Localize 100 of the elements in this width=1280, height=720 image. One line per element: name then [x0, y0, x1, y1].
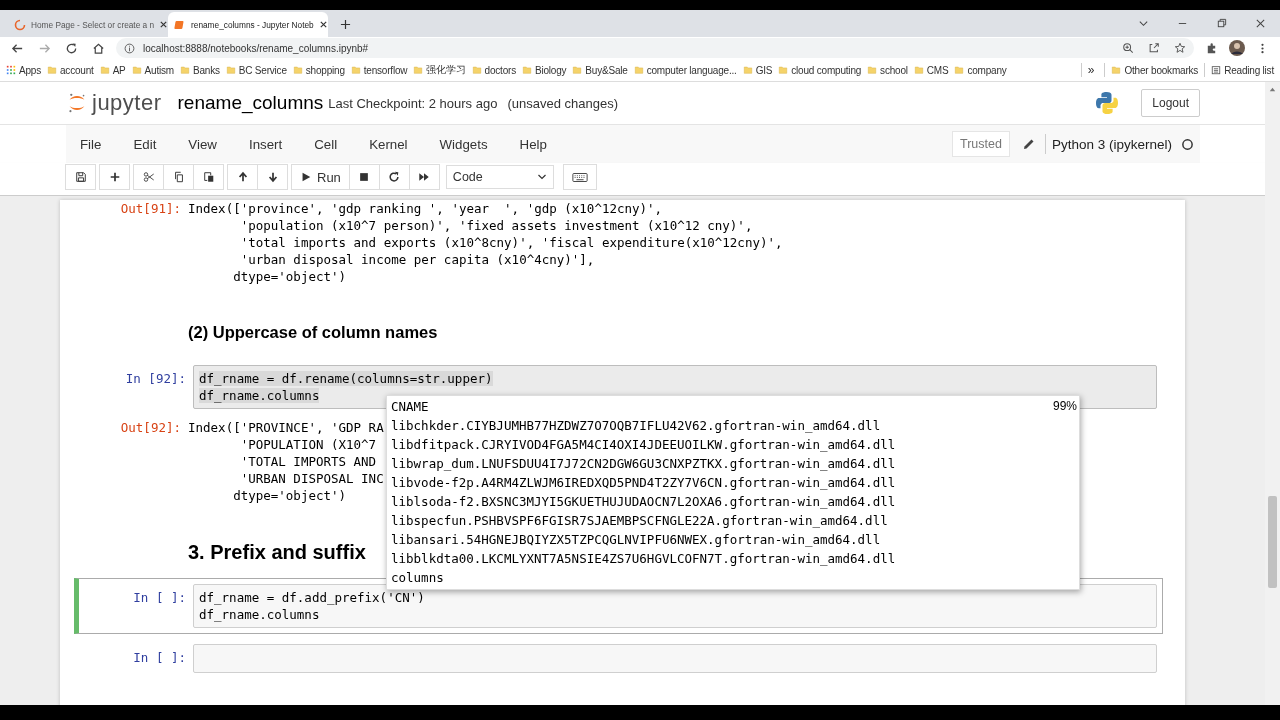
scroll-thumb[interactable]	[1268, 496, 1277, 588]
more-bookmarks-button[interactable]: »	[1087, 63, 1095, 77]
close-icon[interactable]	[318, 20, 328, 29]
save-button[interactable]	[65, 164, 96, 190]
move-down-button[interactable]	[257, 164, 288, 190]
completion-item[interactable]: libdfitpack.CJRYIVOD4FGA5M4CI4OXI4JDEEUOILKW.gfortran-win_amd64.dll	[391, 435, 896, 454]
jupyter-wordmark[interactable]: jupyter	[92, 90, 162, 116]
input-prompt: In [92]:	[124, 370, 187, 387]
completion-item[interactable]: libwrap_dum.LNUFSDUU4I7J72CN2DGW6GU3CNXPZTKX.gfortran-win_amd64.dll	[391, 454, 896, 473]
bookmark-folder[interactable]: cloud computing	[778, 64, 862, 76]
home-icon[interactable]	[92, 41, 105, 55]
completion-item[interactable]: libvode-f2p.A4RM4ZLWJM6IREDXQD5PND4T2ZY7V6CN.gfortran-win_amd64.dll	[391, 473, 896, 492]
notebook-name[interactable]: rename_columns	[177, 92, 324, 114]
info-icon[interactable]	[124, 42, 135, 54]
kernel-name[interactable]: Python 3 (ipykernel)	[1051, 136, 1172, 152]
cut-button[interactable]	[133, 164, 164, 190]
extensions-icon[interactable]	[1205, 41, 1218, 55]
chevron-down-icon[interactable]	[1138, 18, 1149, 29]
star-icon[interactable]	[1174, 42, 1186, 54]
paste-button[interactable]	[193, 164, 224, 190]
copy-button[interactable]	[163, 164, 194, 190]
cell-output: Index(['PROVINCE', 'GDP RA 'POPULATION (X10^7 'TOTAL IMPORTS AND 'URBAN DISPOSAL INC dtype='object')	[188, 419, 384, 504]
scroll-up-icon[interactable]	[1268, 85, 1277, 94]
bookmark-folder[interactable]: company	[954, 64, 1007, 76]
menu-item[interactable]: Edit	[133, 136, 171, 152]
zoom-icon[interactable]	[1122, 42, 1134, 54]
pencil-icon[interactable]	[1021, 137, 1036, 151]
save-icon	[74, 171, 87, 183]
apps-grid-icon	[6, 65, 16, 75]
command-palette-button[interactable]	[562, 164, 597, 190]
bookmark-folder[interactable]: CMS	[913, 64, 949, 76]
cell-type-dropdown[interactable]: Code	[445, 165, 554, 189]
folder-icon	[292, 65, 303, 75]
bookmark-folder[interactable]: BC Service	[225, 64, 287, 76]
bookmark-folder[interactable]: tensorflow	[350, 64, 408, 76]
folder-icon	[572, 65, 583, 75]
folder-icon	[99, 65, 110, 75]
menu-item[interactable]: Widgets	[439, 136, 502, 152]
menu-item[interactable]: Help	[519, 136, 561, 152]
folder-icon	[521, 65, 532, 75]
folder-icon	[742, 65, 753, 75]
folder-icon	[471, 65, 482, 75]
completion-item[interactable]: libspecfun.PSHBVSPF6FGISR7SJAEMBPSCFNGLE22A.gfortran-win_amd64.dll	[391, 511, 888, 530]
bookmark-folder[interactable]: computer language...	[633, 64, 737, 76]
code-editor[interactable]: df_rname = df.add_prefix('CN') df_rname.columns	[193, 584, 1157, 628]
caret-icon	[536, 172, 547, 182]
run-all-button[interactable]	[408, 164, 440, 190]
menu-item[interactable]: Insert	[248, 136, 297, 152]
menu-item[interactable]: View	[188, 136, 231, 152]
browser-tab[interactable]: Home Page - Select or create a n	[8, 12, 168, 37]
copy-icon	[172, 171, 185, 183]
bookmark-folder[interactable]: 强化学习	[413, 63, 466, 77]
bookmark-folder[interactable]: Biology	[521, 64, 567, 76]
address-field[interactable]: localhost:8888/notebooks/rename_columns.ipynb#	[116, 38, 1194, 58]
stop-button[interactable]	[348, 164, 380, 190]
completion-item[interactable]: liblsoda-f2.BXSNC3MJYI5GKUETHUJUDAOCN7L2OXA6.gfortran-win_amd64.dll	[391, 492, 896, 511]
menu-item[interactable]: Cell	[314, 136, 352, 152]
menu-item[interactable]: Kernel	[369, 136, 422, 152]
input-prompt: In [ ]:	[132, 649, 187, 666]
folder-icon	[179, 65, 190, 75]
bookmark-folder[interactable]: school	[867, 64, 908, 76]
bookmark-folder[interactable]: doctors	[471, 64, 516, 76]
avatar-icon[interactable]	[1229, 40, 1245, 56]
restart-button[interactable]	[378, 164, 410, 190]
insert-cell-button[interactable]	[99, 164, 130, 190]
new-tab-icon[interactable]	[340, 19, 351, 30]
reload-icon[interactable]	[65, 41, 78, 55]
folder-icon	[913, 65, 924, 75]
completion-item[interactable]: libblkdta00.LKCMLYXNT7A5NSIE4ZS7U6HGVLCOFN7T.gfortran-win_amd64.dll	[391, 549, 896, 568]
bookmark-folder[interactable]: GIS	[742, 64, 773, 76]
trusted-button[interactable]: Trusted	[952, 131, 1010, 157]
folder-icon	[1111, 65, 1122, 75]
menu-item[interactable]: File	[80, 136, 116, 152]
browser-tab[interactable]: rename_columns - Jupyter Noteb	[168, 12, 328, 37]
code-cell[interactable]: In [ ]:	[74, 638, 1163, 679]
completion-item[interactable]: libchkder.CIYBJUMHB77HZDWZ7O7OQB7IFLU42V62.gfortran-win_amd64.dll	[391, 416, 881, 435]
restore-icon[interactable]	[1216, 18, 1227, 29]
bookmark-folder[interactable]: Autism	[131, 64, 174, 76]
run-button[interactable]: Run	[291, 164, 350, 190]
completion-item[interactable]: libansari.54HGNEJBQIYZX5TZPCQGLNVIPFU6NWEX.gfortran-win_amd64.dll	[391, 530, 881, 549]
output-prompt: Out[92]:	[119, 419, 182, 436]
bookmark-folder[interactable]: shopping	[292, 64, 345, 76]
scrollbar[interactable]	[1265, 82, 1280, 705]
paste-icon	[202, 171, 215, 183]
bookmark-folder[interactable]: Banks	[179, 64, 220, 76]
cell-output: Index(['province', 'gdp ranking ', 'year ', 'gdp (x10^12cny)', 'population (x10^7 person)', 'fixed assets investment (x10^12 cny)', 'total imports and exports (x10^8cny)', 'fiscal expenditure(x10^12cny)', 'urban disposal income per capita (x10^4cny)'], dtype='object')	[188, 200, 783, 285]
move-up-button[interactable]	[227, 164, 258, 190]
apps-shortcut[interactable]: Apps	[6, 64, 41, 76]
reading-list-button[interactable]: Reading list	[1211, 64, 1274, 76]
close-icon[interactable]	[1255, 18, 1266, 29]
bookmark-folder[interactable]: account	[47, 64, 94, 76]
bookmark-folder[interactable]: Buy&Sale	[572, 64, 628, 76]
logout-button[interactable]: Logout	[1141, 89, 1200, 117]
folder-icon	[350, 65, 361, 75]
bookmark-folder[interactable]: Other bookmarks	[1111, 64, 1199, 76]
share-icon[interactable]	[1148, 42, 1160, 54]
up-arrow-icon	[236, 171, 249, 183]
close-icon[interactable]	[159, 20, 169, 29]
bookmark-folder[interactable]: AP	[99, 64, 126, 76]
folder-icon	[867, 65, 878, 75]
